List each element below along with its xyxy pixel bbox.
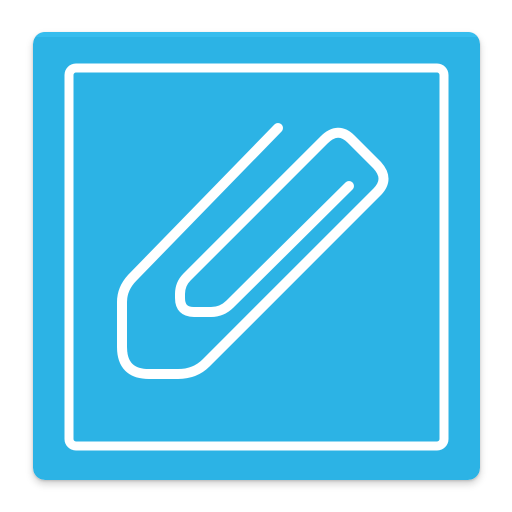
paperclip-app-icon[interactable] xyxy=(33,32,480,480)
paperclip-icon xyxy=(33,32,480,480)
icon-top-highlight xyxy=(33,32,480,37)
app-icon-container xyxy=(0,0,512,512)
icon-background xyxy=(33,32,480,480)
